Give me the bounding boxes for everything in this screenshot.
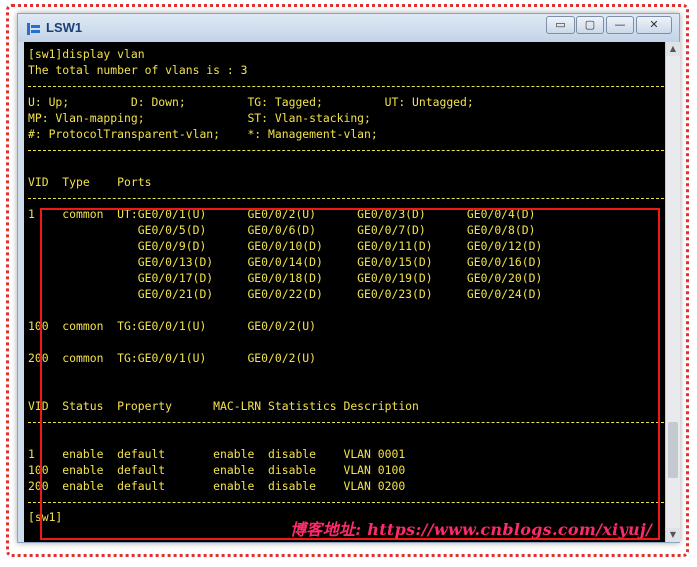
command-prompt[interactable]: [sw1] [28,509,62,525]
vertical-scrollbar[interactable]: ▲ ▼ [665,42,680,542]
separator [28,150,664,151]
separator [28,422,664,423]
close-button[interactable]: ✕ [636,16,672,34]
table-header: VID Type Ports [28,175,152,189]
console-line: #: ProtocolTransparent-vlan; *: Manageme… [28,127,378,141]
scroll-down-arrow-icon[interactable]: ▼ [666,528,680,542]
scrollbar-thumb[interactable] [668,422,678,478]
separator [28,198,664,199]
scroll-up-arrow-icon[interactable]: ▲ [666,42,680,56]
title-bar[interactable]: LSW1 ▭ ▢ — ✕ [18,14,679,42]
console-line: GE0/0/17(D) GE0/0/18(D) GE0/0/19(D) GE0/… [28,271,543,285]
console-line: 1 common UT:GE0/0/1(U) GE0/0/2(U) GE0/0/… [28,207,536,221]
restore-button[interactable]: — [606,16,634,34]
table-header: VID Status Property MAC-LRN Statistics D… [28,399,419,413]
window-title: LSW1 [46,20,83,35]
blog-watermark: 博客地址: https://www.cnblogs.com/xiyuj/ [290,520,653,539]
console-line: 200 common TG:GE0/0/1(U) GE0/0/2(U) [28,351,317,365]
console-line: 100 common TG:GE0/0/1(U) GE0/0/2(U) [28,319,317,333]
console-line: GE0/0/21(D) GE0/0/22(D) GE0/0/23(D) GE0/… [28,287,543,301]
separator [28,502,664,503]
maximize-button[interactable]: ▢ [576,16,604,34]
console-line: MP: Vlan-mapping; ST: Vlan-stacking; [28,111,371,125]
console-line: GE0/0/5(D) GE0/0/6(D) GE0/0/7(D) GE0/0/8… [28,223,536,237]
console-line: [sw1]display vlan [28,47,145,61]
terminal-window: LSW1 ▭ ▢ — ✕ [sw1]display vlan The total… [17,13,680,543]
separator [28,86,664,87]
switch-icon [27,23,40,35]
console-line: The total number of vlans is : 3 [28,63,248,77]
console-line: GE0/0/13(D) GE0/0/14(D) GE0/0/15(D) GE0/… [28,255,543,269]
console-line: U: Up; D: Down; TG: Tagged; UT: Untagged… [28,95,474,109]
minimize-button[interactable]: ▭ [546,16,575,34]
console-line: 200 enable default enable disable VLAN 0… [28,479,406,493]
console-line: GE0/0/9(D) GE0/0/10(D) GE0/0/11(D) GE0/0… [28,239,543,253]
console-line: 1 enable default enable disable VLAN 000… [28,447,406,461]
console-line: 100 enable default enable disable VLAN 0… [28,463,406,477]
console-output[interactable]: [sw1]display vlan The total number of vl… [24,42,665,542]
